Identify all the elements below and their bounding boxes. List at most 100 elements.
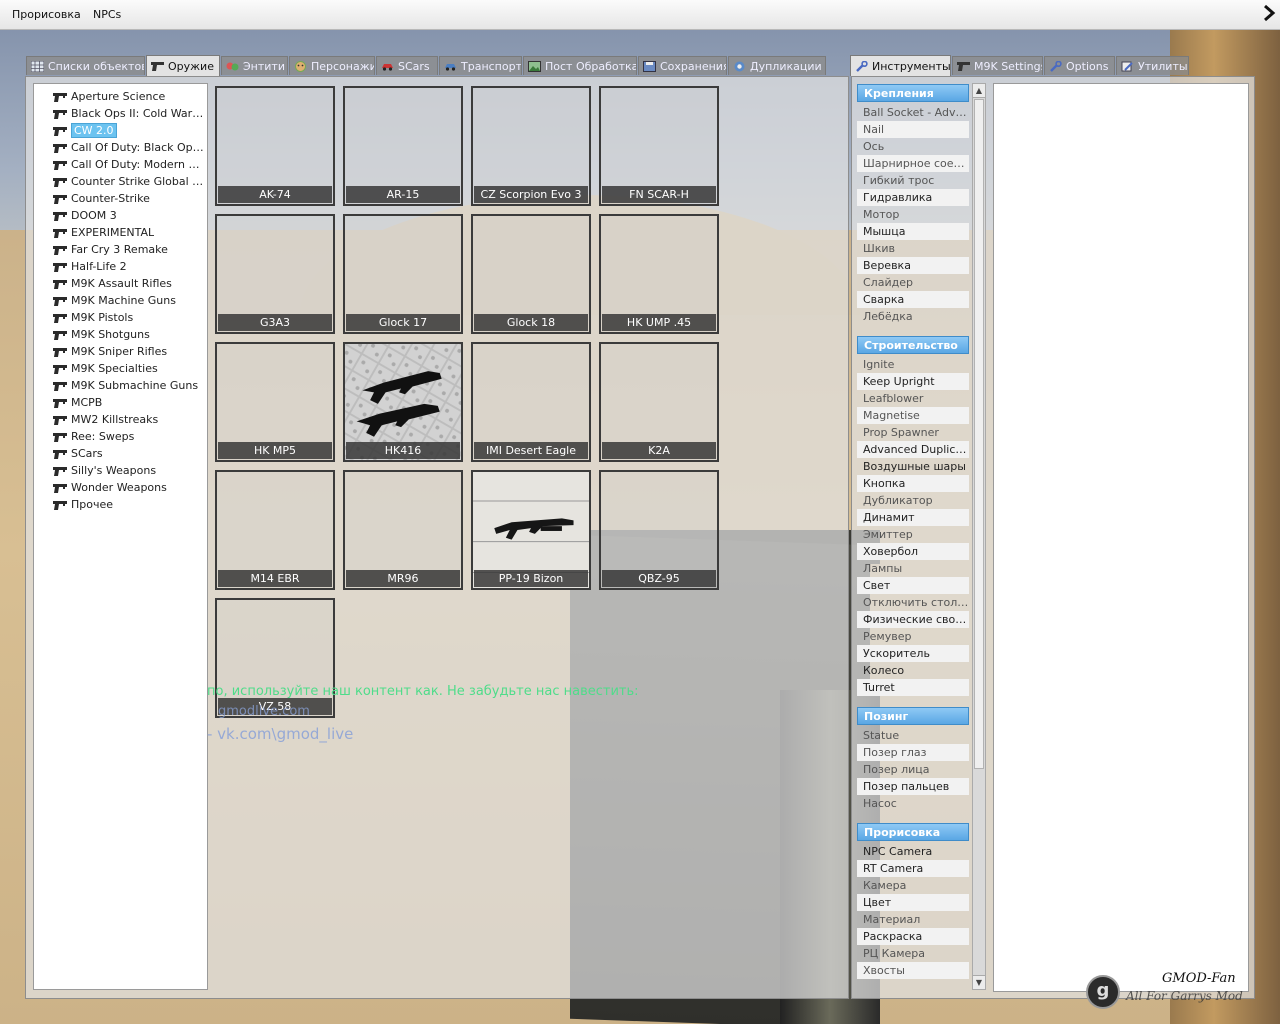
weapon-category-item[interactable]: M9K Specialties <box>52 360 158 377</box>
tool-item[interactable]: Позер лица <box>857 761 969 778</box>
weapon-category-item[interactable]: Counter Strike Global Off... <box>52 173 205 190</box>
tool-item[interactable]: Мышца <box>857 223 969 240</box>
tool-item[interactable]: Хвосты <box>857 962 969 979</box>
weapon-category-item[interactable]: Silly's Weapons <box>52 462 156 479</box>
weapon-spawn-icon[interactable]: AR-15 <box>343 86 463 206</box>
tool-item[interactable]: Гидравлика <box>857 189 969 206</box>
weapon-category-item[interactable]: MW2 Killstreaks <box>52 411 158 428</box>
menu-item-npcs[interactable]: NPCs <box>93 8 121 21</box>
tool-item[interactable]: Позер глаз <box>857 744 969 761</box>
weapon-category-item[interactable]: EXPERIMENTAL <box>52 224 154 241</box>
weapon-spawn-icon[interactable]: VZ.58 <box>215 598 335 718</box>
tool-item[interactable]: РЦ Камера <box>857 945 969 962</box>
tool-item[interactable]: Свет <box>857 577 969 594</box>
tool-item[interactable]: Сварка <box>857 291 969 308</box>
tool-item[interactable]: Дубликатор <box>857 492 969 509</box>
weapon-spawn-icon[interactable]: HK416 <box>343 342 463 462</box>
tool-list-scrollbar[interactable]: ▲ ▼ <box>972 83 986 990</box>
chevron-right-icon[interactable] <box>1262 3 1276 23</box>
tool-item[interactable]: Колесо <box>857 662 969 679</box>
weapon-category-item[interactable]: Прочее <box>52 496 113 513</box>
scroll-thumb[interactable] <box>974 99 984 769</box>
left-tab-4[interactable]: SCars <box>376 56 438 75</box>
weapon-spawn-icon[interactable]: Glock 17 <box>343 214 463 334</box>
weapon-category-item[interactable]: Half-Life 2 <box>52 258 127 275</box>
weapon-category-item[interactable]: Counter-Strike <box>52 190 150 207</box>
tool-item[interactable]: NPC Camera <box>857 843 969 860</box>
weapon-category-item[interactable]: M9K Sniper Rifles <box>52 343 167 360</box>
tool-item[interactable]: Кнопка <box>857 475 969 492</box>
weapon-spawn-icon[interactable]: FN SCAR-H <box>599 86 719 206</box>
tool-item[interactable]: Statue <box>857 727 969 744</box>
tool-item[interactable]: Magnetise <box>857 407 969 424</box>
weapon-spawn-icon[interactable]: Glock 18 <box>471 214 591 334</box>
left-tab-3[interactable]: Персонажи <box>289 56 375 75</box>
tool-item[interactable]: Мотор <box>857 206 969 223</box>
tool-item[interactable]: Отключить столк... <box>857 594 969 611</box>
left-tab-2[interactable]: Энтити <box>221 56 288 75</box>
weapon-spawn-icon[interactable]: K2A <box>599 342 719 462</box>
tool-item[interactable]: Ховербол <box>857 543 969 560</box>
weapon-category-item[interactable]: Wonder Weapons <box>52 479 167 496</box>
tool-category-header[interactable]: Строительство <box>857 336 969 354</box>
weapon-category-item[interactable]: Call Of Duty: Black Ops II <box>52 139 205 156</box>
right-tab-1[interactable]: M9K Settings <box>952 56 1043 75</box>
tool-item[interactable]: Ball Socket - Advan... <box>857 104 969 121</box>
tool-item[interactable]: Эмиттер <box>857 526 969 543</box>
menu-item-drawing[interactable]: Прорисовка <box>12 8 81 21</box>
tool-item[interactable]: Воздушные шары <box>857 458 969 475</box>
right-tab-0[interactable]: Инструменты <box>850 55 951 76</box>
tool-item[interactable]: Веревка <box>857 257 969 274</box>
left-tab-8[interactable]: Дупликации <box>728 56 826 75</box>
weapon-category-item[interactable]: M9K Pistols <box>52 309 133 326</box>
tool-category-header[interactable]: Позинг <box>857 707 969 725</box>
weapon-spawn-icon[interactable]: IMI Desert Eagle <box>471 342 591 462</box>
tool-item[interactable]: Цвет <box>857 894 969 911</box>
tool-item[interactable]: Keep Upright <box>857 373 969 390</box>
scroll-down-arrow-icon[interactable]: ▼ <box>973 975 985 989</box>
tool-item[interactable]: Камера <box>857 877 969 894</box>
weapon-category-item[interactable]: Aperture Science <box>52 88 165 105</box>
weapon-spawn-icon[interactable]: AK-74 <box>215 86 335 206</box>
tool-item[interactable]: Насос <box>857 795 969 812</box>
weapon-spawn-icon[interactable]: CZ Scorpion Evo 3 <box>471 86 591 206</box>
weapon-category-item[interactable]: Black Ops II: Cold War W... <box>52 105 205 122</box>
weapon-category-item[interactable]: Far Cry 3 Remake <box>52 241 168 258</box>
weapon-category-item[interactable]: Call Of Duty: Modern Wa... <box>52 156 205 173</box>
tool-item[interactable]: Шарнирное соеди... <box>857 155 969 172</box>
weapon-category-item[interactable]: M9K Submachine Guns <box>52 377 198 394</box>
tool-item[interactable]: Гибкий трос <box>857 172 969 189</box>
tool-category-header[interactable]: Крепления <box>857 84 969 102</box>
tool-item[interactable]: RT Camera <box>857 860 969 877</box>
weapon-spawn-icon[interactable]: HK MP5 <box>215 342 335 462</box>
right-tab-3[interactable]: Утилиты <box>1116 56 1189 75</box>
weapon-category-item[interactable]: M9K Machine Guns <box>52 292 176 309</box>
tool-item[interactable]: Turret <box>857 679 969 696</box>
tool-item[interactable]: Динамит <box>857 509 969 526</box>
tool-category-header[interactable]: Прорисовка <box>857 823 969 841</box>
weapon-spawn-icon[interactable]: HK UMP .45 <box>599 214 719 334</box>
tool-item[interactable]: Лампы <box>857 560 969 577</box>
left-tab-6[interactable]: Пост Обработка <box>523 56 637 75</box>
left-tab-7[interactable]: Сохранения <box>638 56 727 75</box>
tool-item[interactable]: Ignite <box>857 356 969 373</box>
tool-item[interactable]: Материал <box>857 911 969 928</box>
weapon-spawn-icon[interactable]: MR96 <box>343 470 463 590</box>
weapon-spawn-icon[interactable]: QBZ-95 <box>599 470 719 590</box>
weapon-spawn-icon[interactable]: M14 EBR <box>215 470 335 590</box>
tool-item[interactable]: Prop Spawner <box>857 424 969 441</box>
tool-item[interactable]: Nail <box>857 121 969 138</box>
tool-item[interactable]: Физические свойс... <box>857 611 969 628</box>
weapon-category-item[interactable]: SCars <box>52 445 103 462</box>
tool-item[interactable]: Раскраска <box>857 928 969 945</box>
tool-item[interactable]: Ось <box>857 138 969 155</box>
tool-item[interactable]: Advanced Duplicator <box>857 441 969 458</box>
tool-item[interactable]: Ремувер <box>857 628 969 645</box>
left-tab-1[interactable]: Оружие <box>146 55 220 76</box>
weapon-category-item[interactable]: Ree: Sweps <box>52 428 134 445</box>
weapon-spawn-icon[interactable]: G3A3 <box>215 214 335 334</box>
tool-item[interactable]: Ускоритель <box>857 645 969 662</box>
tool-item[interactable]: Лебёдка <box>857 308 969 325</box>
tool-item[interactable]: Позер пальцев <box>857 778 969 795</box>
left-tab-5[interactable]: Транспорт <box>439 56 522 75</box>
